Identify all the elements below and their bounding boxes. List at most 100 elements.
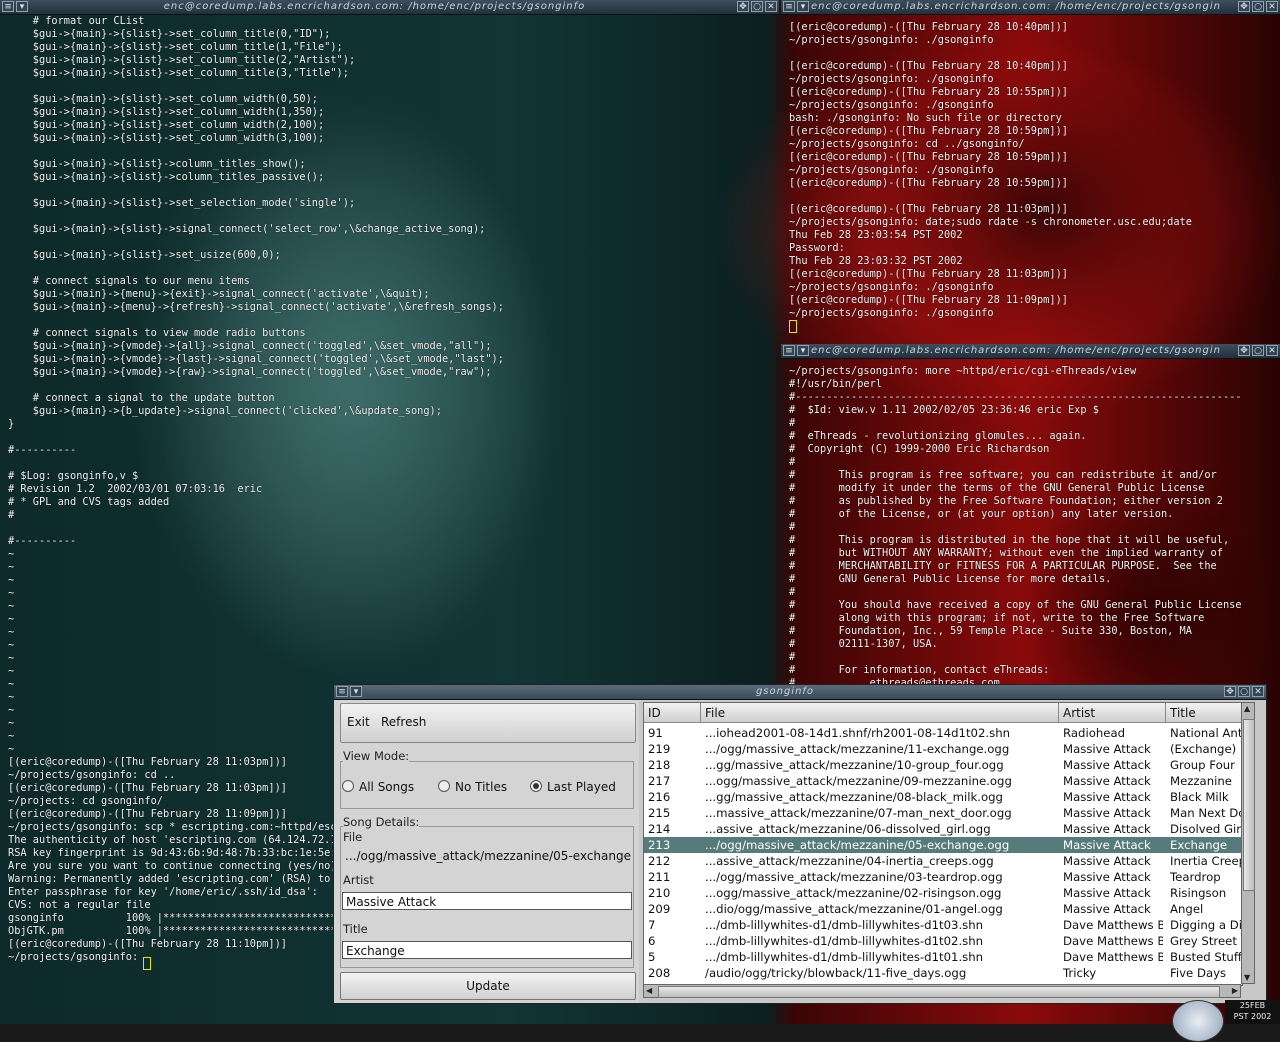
horizontal-scroll-thumb[interactable]: [658, 986, 1220, 998]
left-terminal-title: enc@coredump.labs.encrichardson.com: /ho…: [163, 1, 586, 12]
title-field[interactable]: Exchange: [342, 941, 632, 959]
table-row[interactable]: 217 ...ogg/massive_attack/mezzanine/09-me…: [644, 773, 1242, 789]
file-value: .../ogg/massive_attack/mezzanine/05-exch…: [342, 847, 632, 865]
window-menu-icon[interactable]: ≡: [336, 686, 348, 697]
left-terminal-cursor: [143, 957, 151, 970]
scroll-down-icon[interactable]: ▼: [1244, 973, 1250, 982]
table-row[interactable]: 6 .../dmb-lillywhites-d1/dmb-lillywhites-…: [644, 933, 1242, 949]
file-label: File: [343, 830, 363, 844]
close-icon[interactable]: ✕: [1266, 1, 1278, 12]
right-bottom-terminal-title: enc@coredump.labs.encrichardson.com: /ho…: [811, 345, 1220, 356]
window-menu-icon[interactable]: ≡: [783, 345, 795, 356]
radio-all-songs[interactable]: All Songs: [342, 780, 414, 794]
window-menu-icon[interactable]: ≡: [783, 1, 795, 12]
column-header-artist[interactable]: Artist: [1059, 703, 1166, 723]
iconify-icon[interactable]: ○: [1238, 686, 1250, 697]
table-row[interactable]: 214 ...assive_attack/mezzanine/06-dissolv…: [644, 821, 1242, 837]
cell-id: 209: [648, 902, 671, 916]
table-row[interactable]: 215 ...massive_attack/mezzanine/07-man_ne…: [644, 805, 1242, 821]
cell-title: Group Four: [1170, 758, 1235, 772]
close-icon[interactable]: ✕: [765, 1, 777, 12]
cell-id: 212: [648, 854, 671, 868]
cell-id: 7: [648, 918, 656, 932]
cell-id: 217: [648, 774, 671, 788]
artist-field[interactable]: Massive Attack: [342, 892, 632, 910]
column-header-id[interactable]: ID: [644, 703, 701, 723]
shade-icon[interactable]: ▾: [16, 1, 28, 12]
table-row[interactable]: 216 ...gg/massive_attack/mezzanine/08-bla…: [644, 789, 1242, 805]
right-bottom-terminal-window[interactable]: ≡ ▾ enc@coredump.labs.encrichardson.com:…: [781, 344, 1280, 684]
table-row[interactable]: 211 .../ogg/massive_attack/mezzanine/03-t…: [644, 869, 1242, 885]
cell-id: 218: [648, 758, 671, 772]
cell-file: .../ogg/massive_attack/mezzanine/03-tear…: [705, 870, 1003, 884]
scroll-up-icon[interactable]: ▲: [1244, 704, 1250, 713]
vertical-scrollbar[interactable]: ▲ ▼: [1241, 702, 1255, 984]
right-top-terminal-window[interactable]: ≡ ▾ enc@coredump.labs.encrichardson.com:…: [781, 0, 1280, 340]
scroll-right-icon[interactable]: ▶: [1232, 986, 1238, 995]
cell-title: Digging a Di: [1170, 918, 1242, 932]
window-menu-icon[interactable]: ≡: [2, 1, 14, 12]
column-header-file[interactable]: File: [701, 703, 1059, 723]
cell-title: Inertia Creep: [1170, 854, 1242, 868]
cell-id: 214: [648, 822, 671, 836]
left-terminal-titlebar[interactable]: ≡ ▾ enc@coredump.labs.encrichardson.com:…: [0, 0, 779, 15]
tray-date-line2: PST 2002: [1233, 1012, 1272, 1021]
right-top-terminal-titlebar[interactable]: ≡ ▾ enc@coredump.labs.encrichardson.com:…: [781, 0, 1280, 15]
maximize-icon[interactable]: ✥: [1224, 686, 1236, 697]
table-row[interactable]: 218 ...gg/massive_attack/mezzanine/10-gro…: [644, 757, 1242, 773]
cell-artist: Massive Attack: [1063, 838, 1151, 852]
radio-last-played[interactable]: Last Played: [530, 780, 616, 794]
cell-id: 215: [648, 806, 671, 820]
song-list[interactable]: ID File Artist Title 91 ...iohead2001-08-…: [643, 702, 1243, 986]
cell-title: Black Milk: [1170, 790, 1229, 804]
table-row[interactable]: 5 .../dmb-lillywhites-d1/dmb-lillywhites-…: [644, 949, 1242, 965]
cell-file: ...massive_attack/mezzanine/07-man_next_…: [705, 806, 1012, 820]
maximize-icon[interactable]: ✥: [737, 1, 749, 12]
shade-icon[interactable]: ▾: [350, 686, 362, 697]
column-header-title[interactable]: Title: [1166, 703, 1242, 723]
cell-file: .../ogg/massive_attack/mezzanine/11-exch…: [705, 742, 1010, 756]
iconify-icon[interactable]: ○: [1252, 1, 1264, 12]
table-row[interactable]: 208/audio/ogg/tricky/blowback/11-five_da…: [644, 965, 1242, 981]
table-row[interactable]: 219 .../ogg/massive_attack/mezzanine/11-e…: [644, 741, 1242, 757]
cell-file: ...gg/massive_attack/mezzanine/08-black_…: [705, 790, 1003, 804]
clock-icon: [1172, 1000, 1224, 1042]
cell-artist: Massive Attack: [1063, 774, 1151, 788]
right-bottom-terminal-titlebar[interactable]: ≡ ▾ enc@coredump.labs.encrichardson.com:…: [781, 344, 1280, 359]
song-details-label: Song Details:: [343, 815, 420, 829]
cell-artist: Massive Attack: [1063, 902, 1151, 916]
iconify-icon[interactable]: ○: [751, 1, 763, 12]
table-row[interactable]: 91 ...iohead2001-08-14d1.shnf/rh2001-08-1…: [644, 725, 1242, 741]
table-row[interactable]: 210 ...ogg/massive_attack/mezzanine/02-ri…: [644, 885, 1242, 901]
table-row[interactable]: 7 .../dmb-lillywhites-d1/dmb-lillywhites-…: [644, 917, 1242, 933]
menu-exit[interactable]: Exit: [347, 715, 370, 729]
cell-artist: Massive Attack: [1063, 742, 1151, 756]
maximize-icon[interactable]: ✥: [1238, 345, 1250, 356]
table-row[interactable]: 213 .../ogg/massive_attack/mezzanine/05-e…: [644, 837, 1242, 853]
cell-title: National Antl: [1170, 726, 1242, 740]
gsonginfo-window[interactable]: ≡ ▾ gsonginfo ✥ ○ ✕ Exit Refresh View Mo…: [333, 684, 1267, 1004]
shade-icon[interactable]: ▾: [797, 1, 809, 12]
cell-title: Grey Street: [1170, 934, 1237, 948]
shade-icon[interactable]: ▾: [797, 345, 809, 356]
radio-no-titles[interactable]: No Titles: [438, 780, 507, 794]
horizontal-scrollbar[interactable]: ◀ ▶: [643, 984, 1241, 998]
update-button[interactable]: Update: [340, 972, 636, 1000]
right-bottom-terminal-body[interactable]: ~/projects/gsonginfo: more ~httpd/eric/c…: [781, 365, 1280, 684]
cell-file: .../ogg/massive_attack/mezzanine/05-exch…: [705, 838, 1010, 852]
table-row[interactable]: 212 ...assive_attack/mezzanine/04-inertia…: [644, 853, 1242, 869]
cell-id: 6: [648, 934, 656, 948]
gsonginfo-titlebar[interactable]: ≡ ▾ gsonginfo ✥ ○ ✕: [334, 685, 1266, 700]
close-icon[interactable]: ✕: [1266, 345, 1278, 356]
menu-refresh[interactable]: Refresh: [381, 715, 426, 729]
cell-title: Busted Stuff: [1170, 950, 1242, 964]
iconify-icon[interactable]: ○: [1252, 345, 1264, 356]
cell-title: Mezzanine: [1170, 774, 1232, 788]
vertical-scroll-thumb[interactable]: [1243, 719, 1255, 891]
close-icon[interactable]: ✕: [1252, 686, 1264, 697]
scroll-left-icon[interactable]: ◀: [646, 986, 652, 995]
cell-title: Risingson: [1170, 886, 1227, 900]
table-row[interactable]: 209 ...dio/ogg/massive_attack/mezzanine/0…: [644, 901, 1242, 917]
right-top-terminal-body[interactable]: [(eric@coredump)-([Thu February 28 10:40…: [781, 21, 1280, 340]
maximize-icon[interactable]: ✥: [1238, 1, 1250, 12]
